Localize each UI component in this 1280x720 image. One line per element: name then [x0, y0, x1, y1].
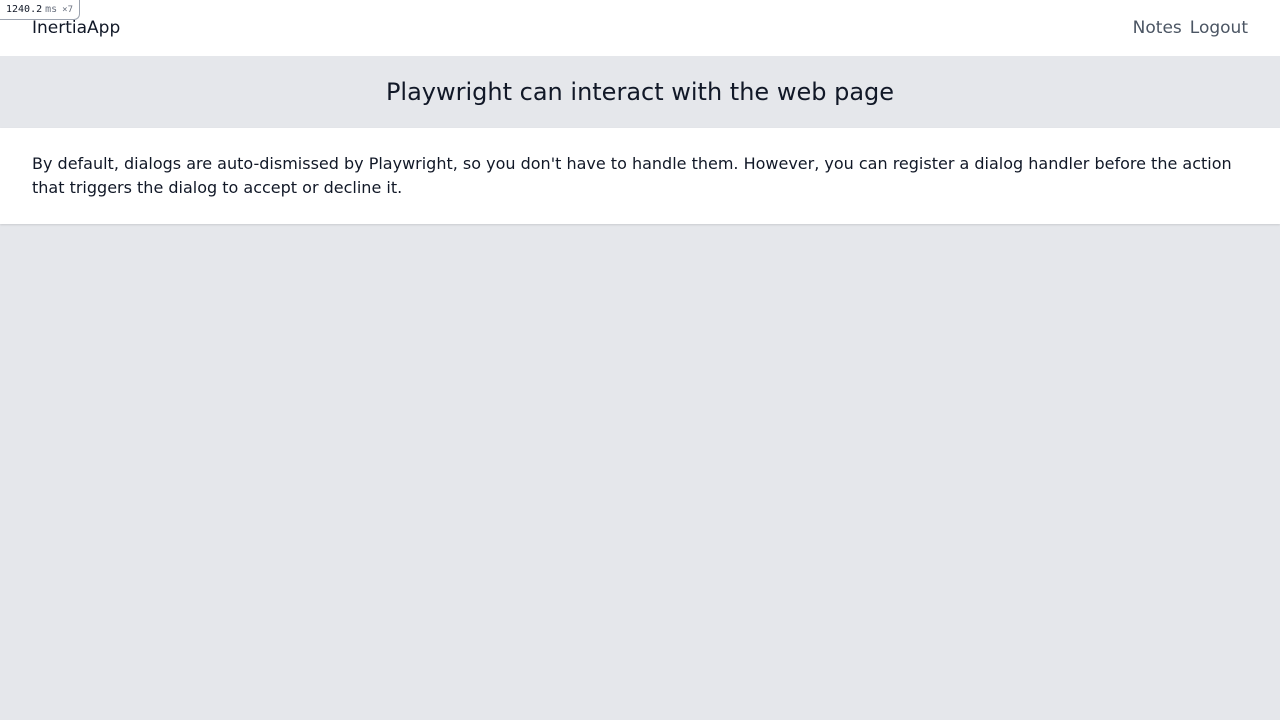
nav-link-logout[interactable]: Logout — [1190, 17, 1248, 39]
content-card: By default, dialogs are auto-dismissed b… — [0, 128, 1280, 224]
page-header: Playwright can interact with the web pag… — [0, 56, 1280, 128]
content-paragraph: By default, dialogs are auto-dismissed b… — [32, 154, 1232, 197]
render-count: ×7 — [62, 5, 74, 15]
render-time-unit: ms — [45, 4, 58, 15]
nav-link-notes[interactable]: Notes — [1133, 17, 1182, 39]
render-time-badge: 1240.2 ms ×7 — [0, 0, 81, 20]
render-time-value: 1240.2 — [6, 4, 43, 15]
nav-links: Notes Logout — [1133, 17, 1248, 39]
top-navbar: InertiaApp Notes Logout — [0, 0, 1280, 56]
brand-link[interactable]: InertiaApp — [32, 17, 120, 39]
page-title: Playwright can interact with the web pag… — [385, 78, 895, 106]
